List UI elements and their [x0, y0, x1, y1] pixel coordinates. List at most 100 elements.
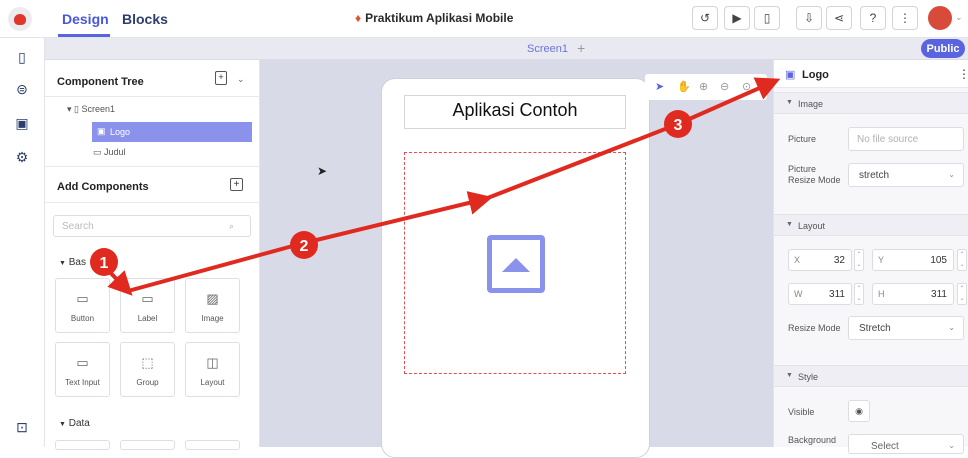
- chevron-down-icon[interactable]: ⌄: [237, 74, 245, 85]
- export-icon[interactable]: ⇩: [796, 6, 822, 30]
- background-select[interactable]: Select ⌄: [848, 434, 964, 454]
- app-logo[interactable]: [8, 7, 32, 31]
- add-components-title: Add Components: [57, 181, 149, 193]
- tab-screen1[interactable]: Screen1: [527, 43, 568, 55]
- search-input[interactable]: Search: [53, 215, 251, 237]
- history-icon[interactable]: ↺: [692, 6, 718, 30]
- play-icon[interactable]: ▶: [724, 6, 750, 30]
- chevron-down-icon: ⌄: [948, 323, 955, 332]
- chevron-down-icon: ⌄: [948, 170, 955, 179]
- mouse-cursor-icon: ➤: [317, 164, 328, 178]
- picture-resize-mode-select[interactable]: stretch ⌄: [848, 163, 964, 187]
- database-icon[interactable]: ⊜: [13, 80, 31, 98]
- component-text-input[interactable]: ▭ Text Input: [55, 342, 110, 397]
- phone-preview-icon[interactable]: ▯: [754, 6, 780, 30]
- project-title-text: Praktikum Aplikasi Mobile: [365, 11, 514, 25]
- section-label: Image: [798, 99, 824, 109]
- w-stepper[interactable]: ⌃ ⌄: [854, 283, 864, 305]
- add-tree-item-icon[interactable]: +: [215, 71, 227, 85]
- component-data-1[interactable]: [55, 440, 110, 450]
- component-layout[interactable]: ◫ Layout: [185, 342, 240, 397]
- y-value: 105: [930, 255, 947, 266]
- layout-icon: ◫: [206, 355, 219, 370]
- add-component-icon[interactable]: +: [230, 178, 243, 191]
- image-placeholder-icon: [487, 235, 545, 293]
- tab-design[interactable]: Design: [62, 11, 109, 27]
- component-data-3[interactable]: [185, 440, 240, 450]
- component-label: Image: [201, 314, 224, 323]
- left-rail: ▯ ⊜ ▣ ⚙ ⊡: [0, 38, 45, 447]
- caret-down-icon: ▼: [59, 260, 66, 267]
- x-prefix: X: [794, 255, 801, 265]
- screen-icon[interactable]: ▯: [13, 48, 31, 66]
- basic-section-header[interactable]: ▼ Bas: [59, 257, 86, 268]
- more-icon[interactable]: ⋮: [958, 67, 968, 81]
- y-stepper[interactable]: ⌃ ⌄: [957, 249, 967, 271]
- group-icon: ⬚: [141, 355, 154, 370]
- image-icon: ▣: [785, 69, 796, 81]
- style-section-header[interactable]: ▼ Style: [774, 365, 968, 387]
- component-button[interactable]: ▭ Button: [55, 278, 110, 333]
- caret-down-icon: ▼: [59, 421, 66, 428]
- h-stepper[interactable]: ⌃ ⌄: [957, 283, 967, 305]
- x-input[interactable]: X 32: [788, 249, 852, 271]
- label-judul[interactable]: Aplikasi Contoh: [404, 95, 626, 129]
- component-group[interactable]: ⬚ Group: [120, 342, 175, 397]
- component-label-tile[interactable]: ▭ Label: [120, 278, 175, 333]
- w-input[interactable]: W 311: [788, 283, 852, 305]
- h-input[interactable]: H 311: [872, 283, 954, 305]
- search-icon: ⌕: [229, 221, 235, 231]
- tree-item-screen1[interactable]: ▾ ▯ Screen1: [67, 104, 115, 115]
- divider: [45, 166, 260, 167]
- file-icon[interactable]: ▣: [13, 114, 31, 132]
- label-icon: ▭: [141, 291, 154, 306]
- tree-item-judul[interactable]: ▭ Judul: [93, 147, 126, 158]
- lock-icon[interactable]: ⊡: [13, 418, 31, 436]
- image-icon: ▣: [97, 126, 106, 136]
- component-label: Label: [137, 314, 158, 323]
- help-icon[interactable]: ?: [860, 6, 886, 30]
- zoom-in-icon[interactable]: ⊕: [699, 80, 708, 93]
- more-icon[interactable]: ⋮: [892, 6, 918, 30]
- component-image[interactable]: ▨ Image: [185, 278, 240, 333]
- section-label: Layout: [798, 221, 826, 231]
- eye-icon[interactable]: ◉: [848, 400, 870, 422]
- chevron-down-icon[interactable]: ⌄: [955, 12, 963, 23]
- tab-blocks[interactable]: Blocks: [122, 11, 168, 27]
- hand-icon[interactable]: ✋: [677, 80, 691, 93]
- project-icon: ♦: [355, 11, 362, 25]
- resize-mode-select[interactable]: Stretch ⌄: [848, 316, 964, 340]
- avatar[interactable]: [928, 6, 952, 30]
- public-button[interactable]: Public: [921, 39, 965, 58]
- y-input[interactable]: Y 105: [872, 249, 954, 271]
- data-section-label: Data: [68, 418, 90, 429]
- settings-icon[interactable]: ⚙: [13, 148, 31, 166]
- text-input-icon: ▭: [76, 355, 89, 370]
- zoom-out-icon[interactable]: ⊖: [720, 80, 729, 93]
- basic-section-label: Bas: [68, 257, 86, 268]
- component-label: Button: [70, 314, 95, 323]
- visible-label: Visible: [788, 407, 815, 417]
- x-stepper[interactable]: ⌃ ⌄: [854, 249, 864, 271]
- picture-field[interactable]: No file source: [848, 127, 964, 151]
- fit-icon[interactable]: ⊙: [742, 80, 751, 93]
- canvas-toolbar: ➤ ✋ ⊕ ⊖ ⊙: [645, 74, 767, 100]
- component-data-2[interactable]: [120, 440, 175, 450]
- image-logo[interactable]: [404, 152, 626, 374]
- divider: [45, 202, 260, 203]
- design-canvas[interactable]: Aplikasi Contoh ➤ ✋ ⊕ ⊖ ⊙ ➤: [260, 60, 773, 458]
- image-section-header[interactable]: ▼ Image: [774, 92, 968, 114]
- h-value: 311: [931, 289, 947, 300]
- tree-item-logo[interactable]: ▣ Logo: [92, 122, 252, 142]
- select-icon[interactable]: ➤: [655, 80, 664, 93]
- project-title[interactable]: ♦ Praktikum Aplikasi Mobile: [355, 11, 513, 25]
- caret-down-icon: ▼: [786, 221, 793, 228]
- add-screen-button[interactable]: +: [577, 40, 585, 56]
- component-label: Text Input: [65, 378, 100, 387]
- share-icon[interactable]: ⋖: [826, 6, 852, 30]
- layout-section-header[interactable]: ▼ Layout: [774, 214, 968, 236]
- resize-mode-label: Resize Mode: [788, 323, 841, 333]
- data-section-header[interactable]: ▼ Data: [59, 418, 90, 429]
- select-value: stretch: [859, 170, 890, 181]
- section-label: Style: [798, 372, 819, 382]
